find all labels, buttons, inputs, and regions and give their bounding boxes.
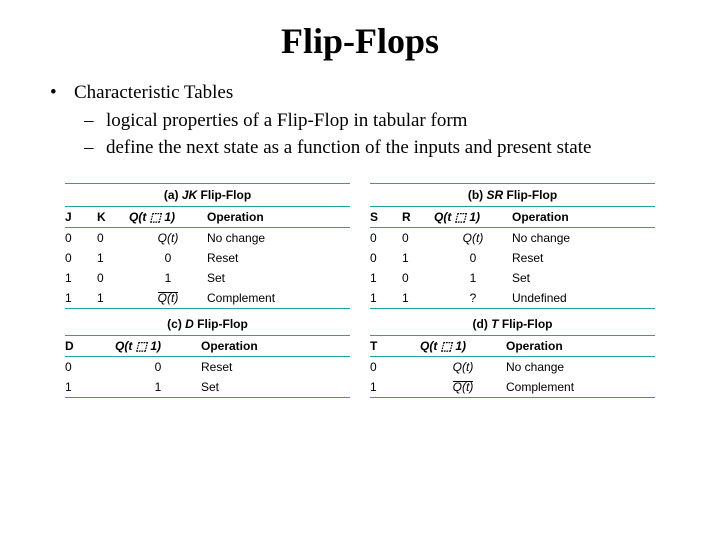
table-row: 101Set (370, 268, 655, 288)
table-body: 00Q(t)No change010Reset101Set11Q(t)Compl… (65, 228, 350, 308)
table-cell: 1 (402, 251, 434, 265)
table-cell: 1 (115, 380, 201, 394)
table-cell: Complement (506, 380, 655, 394)
table-cell: 0 (65, 251, 97, 265)
table-row: 00Reset (65, 357, 350, 377)
table-row: 0Q(t)No change (370, 357, 655, 377)
table-row: 11Set (65, 377, 350, 397)
table-row: 11?Undefined (370, 288, 655, 308)
bullet-text: define the next state as a function of t… (106, 135, 591, 161)
table-row: 11Q(t)Complement (65, 288, 350, 308)
table-cell: Undefined (512, 291, 655, 305)
table-cell: 1 (434, 271, 512, 285)
table-cell: Q(t) (420, 380, 506, 394)
table-cell: Q(t) (434, 231, 512, 245)
table-cell: 1 (370, 380, 420, 394)
table-cell: Q(t) (129, 231, 207, 245)
table-cell: 0 (370, 251, 402, 265)
table-cell: 0 (370, 360, 420, 374)
table-cell: 0 (402, 271, 434, 285)
table-cell: 1 (370, 291, 402, 305)
table-body: 0Q(t)No change1Q(t)Complement (370, 357, 655, 397)
table-cell: 1 (129, 271, 207, 285)
table-cell: 1 (402, 291, 434, 305)
table-cell: 0 (370, 231, 402, 245)
slide-title: Flip-Flops (40, 20, 680, 62)
table-row: 00Q(t)No change (370, 228, 655, 248)
table-sr: (b) SR Flip-Flop S R Q(t ⬚ 1) Operation … (370, 183, 655, 309)
table-cell: Set (207, 271, 350, 285)
table-row: 1Q(t)Complement (370, 377, 655, 397)
table-header: D Q(t ⬚ 1) Operation (65, 336, 350, 356)
table-cell: 0 (65, 360, 115, 374)
table-jk: (a) JK Flip-Flop J K Q(t ⬚ 1) Operation … (65, 183, 350, 309)
characteristic-tables: (a) JK Flip-Flop J K Q(t ⬚ 1) Operation … (65, 183, 655, 398)
table-row: 010Reset (370, 248, 655, 268)
table-row: 010Reset (65, 248, 350, 268)
table-cell: No change (512, 231, 655, 245)
bullet-dot-icon: • (50, 80, 74, 106)
table-row: 00Q(t)No change (65, 228, 350, 248)
table-cell: 0 (97, 271, 129, 285)
table-cell: No change (506, 360, 655, 374)
table-cell: 0 (402, 231, 434, 245)
bullet-level2: – logical properties of a Flip-Flop in t… (84, 108, 680, 134)
bullet-dash-icon: – (84, 108, 106, 134)
table-cell: Reset (201, 360, 350, 374)
table-body: 00Q(t)No change010Reset101Set11?Undefine… (370, 228, 655, 308)
table-cell: Complement (207, 291, 350, 305)
bullet-level2: – define the next state as a function of… (84, 135, 680, 161)
table-cell: 1 (65, 271, 97, 285)
table-header: S R Q(t ⬚ 1) Operation (370, 207, 655, 227)
table-d: (c) D Flip-Flop D Q(t ⬚ 1) Operation 00R… (65, 313, 350, 398)
table-cell: 1 (97, 251, 129, 265)
table-cell: 0 (115, 360, 201, 374)
table-cell: Reset (207, 251, 350, 265)
bullet-level1: • Characteristic Tables (50, 80, 680, 106)
table-row: 101Set (65, 268, 350, 288)
table-cell: 0 (97, 231, 129, 245)
table-cell: 0 (129, 251, 207, 265)
table-caption: (d) T Flip-Flop (370, 313, 655, 335)
table-cell: Q(t) (129, 291, 207, 305)
table-cell: 1 (65, 291, 97, 305)
table-cell: 0 (65, 231, 97, 245)
table-t: (d) T Flip-Flop T Q(t ⬚ 1) Operation 0Q(… (370, 313, 655, 398)
bullet-list: • Characteristic Tables – logical proper… (50, 80, 680, 161)
bullet-text: logical properties of a Flip-Flop in tab… (106, 108, 467, 134)
table-cell: 1 (65, 380, 115, 394)
bullet-text: Characteristic Tables (74, 80, 233, 106)
table-cell: Reset (512, 251, 655, 265)
table-header: J K Q(t ⬚ 1) Operation (65, 207, 350, 227)
table-cell: 1 (370, 271, 402, 285)
table-header: T Q(t ⬚ 1) Operation (370, 336, 655, 356)
table-cell: 0 (434, 251, 512, 265)
table-cell: No change (207, 231, 350, 245)
table-body: 00Reset11Set (65, 357, 350, 397)
table-cell: Set (512, 271, 655, 285)
table-caption: (a) JK Flip-Flop (65, 184, 350, 206)
table-cell: ? (434, 291, 512, 305)
table-cell: Q(t) (420, 360, 506, 374)
table-cell: Set (201, 380, 350, 394)
table-caption: (c) D Flip-Flop (65, 313, 350, 335)
bullet-dash-icon: – (84, 135, 106, 161)
table-cell: 1 (97, 291, 129, 305)
table-caption: (b) SR Flip-Flop (370, 184, 655, 206)
